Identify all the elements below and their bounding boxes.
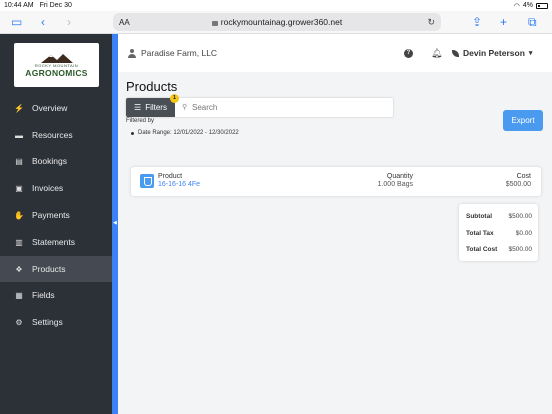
- status-bar: 10:44 AM Fri Dec 30 ◠ 4%: [0, 0, 552, 11]
- back-icon[interactable]: ‹: [41, 15, 45, 29]
- export-button[interactable]: Export: [503, 110, 543, 131]
- sidebar-item-label: Statements: [32, 237, 75, 247]
- user-menu[interactable]: Devin Peterson ▾: [452, 48, 532, 58]
- bell-icon[interactable]: 🔔︎: [431, 48, 442, 59]
- sidebar-item-label: Resources: [32, 130, 73, 140]
- sidebar-item-invoices[interactable]: ▣ Invoices: [0, 175, 112, 201]
- page-title: Products: [126, 79, 178, 94]
- status-time: 10:44 AM: [4, 2, 34, 9]
- sidebar-item-fields[interactable]: ▦ Fields: [0, 282, 112, 308]
- sidebar-item-label: Overview: [32, 103, 68, 113]
- status-date: Fri Dec 30: [39, 2, 72, 9]
- sidebar-item-statements[interactable]: ▥ Statements: [0, 229, 112, 255]
- main-content: Paradise Farm, LLC ? 🔔︎ Devin Peterson ▾…: [118, 34, 552, 414]
- chevron-down-icon: ▾: [528, 50, 533, 57]
- leaf-icon: [452, 49, 459, 57]
- filters-count-badge: 1: [170, 94, 179, 103]
- browser-toolbar: ▭ ‹ › AA rockymountainag.grower360.net ↻…: [0, 11, 552, 34]
- lock-icon: [211, 20, 218, 26]
- filter-search-bar: ☰ Filters 1 ⚲: [126, 94, 393, 117]
- share-icon[interactable]: ⇪: [472, 15, 482, 29]
- gear-icon: ⚙: [15, 317, 23, 327]
- folder-icon: ▬: [15, 130, 23, 140]
- subtotal-value: $500.00: [508, 213, 533, 220]
- sidebar-item-label: Payments: [32, 210, 70, 220]
- filters-button[interactable]: ☰ Filters: [126, 98, 175, 117]
- statements-icon: ▥: [15, 237, 23, 247]
- new-tab-icon[interactable]: +: [500, 15, 507, 29]
- forward-icon[interactable]: ›: [67, 15, 71, 29]
- sidebar-toggle-icon[interactable]: ▭: [11, 15, 22, 29]
- product-icon: [140, 174, 154, 188]
- sidebar-item-label: Invoices: [32, 183, 64, 193]
- sidebar-item-settings[interactable]: ⚙ Settings: [0, 309, 112, 335]
- help-icon[interactable]: ?: [404, 49, 413, 58]
- company-logo[interactable]: ROCKY MOUNTAIN AGRONOMICS: [14, 43, 99, 87]
- reload-icon[interactable]: ↻: [427, 17, 435, 28]
- fields-icon: ▦: [15, 290, 23, 300]
- quantity-header: Quantity: [386, 173, 413, 180]
- sidebar-item-label: Settings: [32, 317, 63, 327]
- product-header: Product: [158, 173, 183, 180]
- sliders-icon: ☰: [134, 103, 142, 112]
- sidebar-item-bookings[interactable]: ▤ Bookings: [0, 148, 112, 174]
- tax-label: Total Tax: [466, 230, 494, 237]
- sidebar-item-payments[interactable]: ✋ Payments: [0, 202, 112, 228]
- sidebar-item-products[interactable]: ❖ Products: [0, 256, 112, 282]
- date-range-filter: Date Range: 12/01/2022 - 12/30/2022: [131, 130, 239, 136]
- product-row[interactable]: Product 16-16-16 4Fe Quantity 1.000 Bags…: [131, 167, 541, 196]
- search-input[interactable]: [192, 100, 382, 115]
- battery-icon: [536, 2, 548, 9]
- subtotal-label: Subtotal: [466, 213, 492, 220]
- filters-label: Filters: [145, 103, 167, 112]
- payments-icon: ✋: [14, 210, 24, 220]
- products-icon: ❖: [15, 264, 23, 274]
- tax-value: $0.00: [515, 230, 532, 237]
- account-icon: [128, 48, 136, 58]
- filtered-by-label: Filtered by: [126, 118, 155, 124]
- mountain-icon: [40, 53, 73, 63]
- product-name-link[interactable]: 16-16-16 4Fe: [158, 181, 200, 188]
- total-cost-label: Total Cost: [466, 246, 498, 253]
- sidebar-item-label: Fields: [32, 290, 55, 300]
- search-icon: ⚲: [182, 104, 188, 111]
- book-icon: ▤: [15, 156, 23, 166]
- tabs-icon[interactable]: ⧉: [528, 15, 537, 30]
- cost-header: Cost: [516, 173, 531, 180]
- tax-row: Total Tax $0.00: [466, 230, 532, 237]
- quantity-value: 1.000 Bags: [377, 181, 413, 188]
- totals-card: Subtotal $500.00 Total Tax $0.00 Total C…: [459, 204, 538, 261]
- total-cost-value: $500.00: [508, 246, 533, 253]
- invoice-icon: ▣: [15, 183, 23, 193]
- sidebar-item-resources[interactable]: ▬ Resources: [0, 122, 112, 148]
- bolt-icon: ⚡: [14, 103, 24, 113]
- total-cost-row: Total Cost $500.00: [466, 246, 532, 253]
- address-bar[interactable]: AA rockymountainag.grower360.net ↻: [113, 13, 441, 31]
- farm-selector[interactable]: Paradise Farm, LLC: [128, 48, 217, 58]
- farm-name: Paradise Farm, LLC: [141, 48, 218, 58]
- subtotal-row: Subtotal $500.00: [466, 213, 532, 220]
- sidebar: ROCKY MOUNTAIN AGRONOMICS ⚡ Overview ▬ R…: [0, 34, 112, 414]
- user-name: Devin Peterson: [463, 48, 525, 58]
- battery-percent: 4%: [522, 2, 533, 9]
- collapse-arrow-icon: ◀: [113, 220, 117, 226]
- sidebar-item-label: Products: [32, 264, 66, 274]
- url-text: rockymountainag.grower360.net: [220, 17, 343, 27]
- reader-aa-button[interactable]: AA: [119, 18, 130, 27]
- top-bar: Paradise Farm, LLC ? 🔔︎ Devin Peterson ▾: [118, 34, 552, 72]
- wifi-icon: ◠: [513, 2, 520, 10]
- sidebar-item-overview[interactable]: ⚡ Overview: [0, 95, 112, 121]
- cost-value: $500.00: [505, 181, 531, 188]
- logo-line-2: AGRONOMICS: [25, 67, 88, 78]
- sidebar-item-label: Bookings: [32, 156, 67, 166]
